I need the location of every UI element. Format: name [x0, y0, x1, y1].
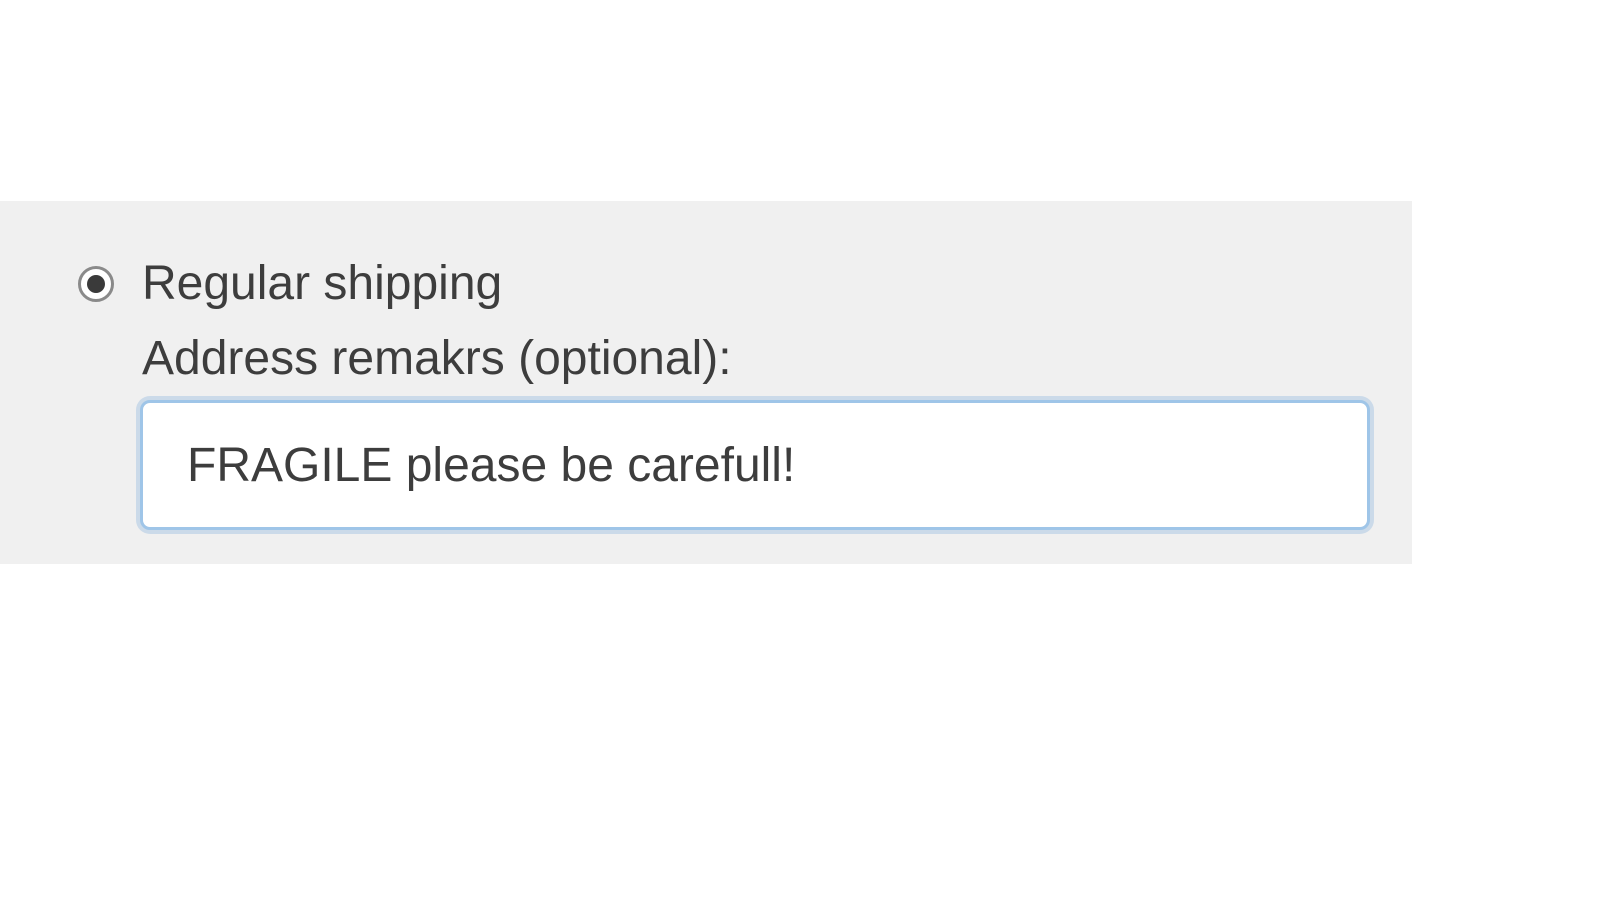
shipping-options-panel: Regular shipping Address remakrs (option… [0, 201, 1412, 564]
shipping-option-regular-label: Regular shipping [142, 256, 502, 311]
address-remarks-input[interactable] [140, 400, 1370, 530]
shipping-option-regular[interactable]: Regular shipping [78, 256, 1412, 311]
radio-selected-icon [78, 266, 114, 302]
address-remarks-label: Address remakrs (optional): [142, 331, 1412, 386]
